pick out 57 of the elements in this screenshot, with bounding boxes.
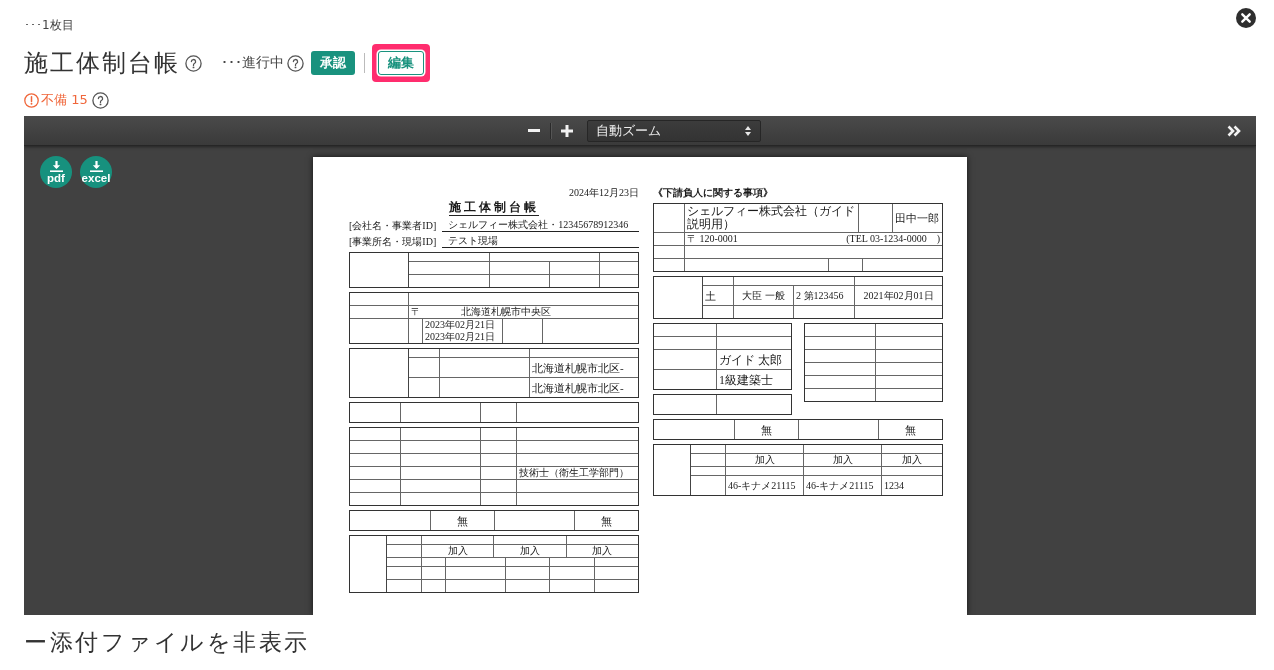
phone-number: (TEL 03-1234-0000 ): [846, 233, 940, 245]
help-icon[interactable]: [287, 54, 304, 72]
enrollment-cell: 加入: [725, 454, 803, 466]
company-cell: シェルフィー株式会社（ガイド説明用）: [684, 204, 858, 232]
download-button[interactable]: excel: [80, 156, 112, 188]
date-text: 2023年02月21日: [425, 331, 495, 343]
field-label: [会社名・事業者ID]: [349, 220, 437, 232]
insurance-number-cell: 46-キナメ21115: [725, 476, 803, 495]
minus-icon: [527, 129, 540, 132]
insurance-number-cell: 46-キナメ21115: [803, 476, 881, 495]
document-date: 2024年12月23日: [569, 187, 639, 199]
section-heading: 《下請負人に関する事項》: [653, 187, 774, 199]
download-arrow-icon: [89, 160, 103, 172]
address-cell: 北海道札幌市北区-: [529, 358, 638, 377]
download-button[interactable]: pdf: [40, 156, 72, 188]
flag-cell: 無: [574, 511, 638, 530]
select-arrows-icon: [744, 125, 751, 136]
help-icon[interactable]: [185, 54, 202, 72]
representative-cell: 田中一郎: [892, 204, 942, 232]
close-icon[interactable]: [1236, 8, 1256, 28]
flag-cell: 無: [734, 420, 798, 439]
license-type-cell: 大臣 一般: [733, 286, 793, 305]
flag-cell: 無: [430, 511, 494, 530]
field-label: [事業所名・現場ID]: [349, 236, 437, 248]
postal-mark: 〒: [411, 306, 421, 318]
trade-cell-text: 土: [704, 288, 717, 304]
site-value: テスト現場: [442, 235, 639, 248]
company-value: シェルフィー株式会社・12345678912346: [442, 219, 639, 232]
document-title: 施工体制台帳: [449, 200, 539, 216]
qualification-cell: 技術士（衛生工学部門）: [516, 467, 638, 479]
date-text: 2023年02月21日: [425, 319, 495, 331]
enrollment-cell: 加入: [493, 545, 566, 557]
approve-button[interactable]: 承認: [311, 51, 355, 75]
plus-icon: [560, 124, 573, 137]
page-title: 施工体制台帳: [24, 48, 180, 79]
hide-attachments-link[interactable]: ー添付ファイルを非表示: [24, 629, 310, 655]
edit-button[interactable]: 編集: [378, 51, 424, 75]
license-date-cell: 2021年02月01日: [854, 286, 942, 305]
address-text: 北海道札幌市中央区: [461, 306, 551, 318]
zoom-select[interactable]: 自動ズーム: [586, 119, 761, 142]
alert-icon: [24, 92, 39, 108]
enrollment-cell: 加入: [803, 454, 881, 466]
engineer-qualification-cell: 1級建築士: [716, 370, 791, 389]
status-text: ･･･進行中: [221, 54, 284, 72]
help-icon[interactable]: [91, 91, 109, 109]
enrollment-cell: 加入: [881, 454, 942, 466]
flag-cell: 無: [878, 420, 942, 439]
engineer-name-cell: ガイド 太郎: [716, 350, 791, 369]
insurance-number-cell: 1234: [881, 476, 942, 495]
enrollment-cell: 加入: [565, 545, 638, 557]
license-number-cell: 2 第123456: [793, 286, 854, 305]
address-cell: 北海道札幌市北区-: [529, 378, 638, 397]
issue-count[interactable]: 不備 15: [41, 91, 88, 109]
page-indicator: ･･･1枚目: [24, 17, 74, 33]
download-arrow-icon: [49, 160, 63, 172]
postal-code: 〒 120-0001: [687, 233, 738, 245]
enrollment-cell: 加入: [421, 545, 494, 557]
